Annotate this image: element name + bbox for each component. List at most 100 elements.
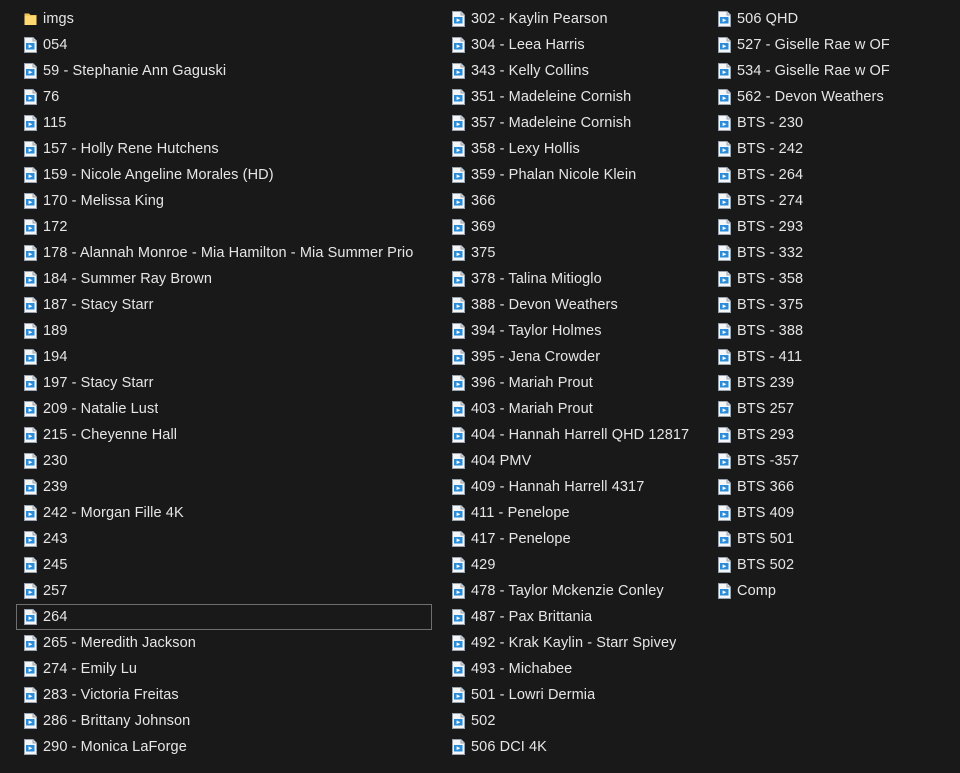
file-item[interactable]: BTS 293 (710, 422, 954, 448)
file-item[interactable]: 478 - Taylor Mckenzie Conley (444, 578, 708, 604)
file-item[interactable]: 411 - Penelope (444, 500, 708, 526)
file-item[interactable]: 375 (444, 240, 708, 266)
file-item[interactable]: 257 (16, 578, 432, 604)
file-item[interactable]: 395 - Jena Crowder (444, 344, 708, 370)
file-item[interactable]: 404 PMV (444, 448, 708, 474)
file-item[interactable]: 501 - Lowri Dermia (444, 682, 708, 708)
item-name: 501 - Lowri Dermia (471, 687, 596, 703)
item-name: 209 - Natalie Lust (43, 401, 159, 417)
file-item[interactable]: 286 - Brittany Johnson (16, 708, 432, 734)
file-item[interactable]: 115 (16, 110, 432, 136)
file-item[interactable]: 527 - Giselle Rae w OF (710, 32, 954, 58)
item-name: 394 - Taylor Holmes (471, 323, 602, 339)
item-name: 343 - Kelly Collins (471, 63, 589, 79)
file-item[interactable]: Comp (710, 578, 954, 604)
file-item[interactable]: BTS - 230 (710, 110, 954, 136)
file-item[interactable]: BTS - 293 (710, 214, 954, 240)
file-item[interactable]: 396 - Mariah Prout (444, 370, 708, 396)
file-item[interactable]: 417 - Penelope (444, 526, 708, 552)
file-item[interactable]: 302 - Kaylin Pearson (444, 6, 708, 32)
file-item[interactable]: 369 (444, 214, 708, 240)
file-item[interactable]: 304 - Leea Harris (444, 32, 708, 58)
file-item[interactable]: 265 - Meredith Jackson (16, 630, 432, 656)
file-column-1: imgs 054 59 - Stephanie Ann Gaguski 76 115 15… (16, 6, 432, 760)
file-item[interactable]: 197 - Stacy Starr (16, 370, 432, 396)
video-file-icon (24, 739, 37, 755)
file-item[interactable]: 534 - Giselle Rae w OF (710, 58, 954, 84)
file-item[interactable]: 506 DCI 4K (444, 734, 708, 760)
file-item[interactable]: 394 - Taylor Holmes (444, 318, 708, 344)
file-item[interactable]: 189 (16, 318, 432, 344)
file-item[interactable]: BTS 366 (710, 474, 954, 500)
file-item[interactable]: BTS 501 (710, 526, 954, 552)
file-item[interactable]: 351 - Madeleine Cornish (444, 84, 708, 110)
item-name: 197 - Stacy Starr (43, 375, 154, 391)
file-item[interactable]: BTS - 264 (710, 162, 954, 188)
file-item[interactable]: BTS -357 (710, 448, 954, 474)
file-item[interactable]: 239 (16, 474, 432, 500)
file-item[interactable]: BTS - 411 (710, 344, 954, 370)
file-item[interactable]: BTS - 274 (710, 188, 954, 214)
file-item[interactable]: 215 - Cheyenne Hall (16, 422, 432, 448)
file-item[interactable]: 59 - Stephanie Ann Gaguski (16, 58, 432, 84)
file-item[interactable]: BTS 239 (710, 370, 954, 396)
file-item[interactable]: 487 - Pax Brittania (444, 604, 708, 630)
file-item[interactable]: 264 (16, 604, 432, 630)
video-file-icon (452, 297, 465, 313)
file-item[interactable]: 506 QHD (710, 6, 954, 32)
file-item[interactable]: 404 - Hannah Harrell QHD 12817 (444, 422, 708, 448)
item-name: 257 (43, 583, 68, 599)
file-item[interactable]: 343 - Kelly Collins (444, 58, 708, 84)
file-item[interactable]: 403 - Mariah Prout (444, 396, 708, 422)
file-item[interactable]: 274 - Emily Lu (16, 656, 432, 682)
file-item[interactable]: BTS 409 (710, 500, 954, 526)
file-item[interactable]: 172 (16, 214, 432, 240)
file-item[interactable]: BTS - 332 (710, 240, 954, 266)
file-item[interactable]: BTS - 358 (710, 266, 954, 292)
file-item[interactable]: 243 (16, 526, 432, 552)
video-file-icon (718, 193, 731, 209)
file-item[interactable]: 187 - Stacy Starr (16, 292, 432, 318)
file-item[interactable]: 290 - Monica LaForge (16, 734, 432, 760)
folder-item[interactable]: imgs (16, 6, 432, 32)
file-item[interactable]: 493 - Michabee (444, 656, 708, 682)
file-item[interactable]: 492 - Krak Kaylin - Starr Spivey (444, 630, 708, 656)
file-item[interactable]: 562 - Devon Weathers (710, 84, 954, 110)
file-item[interactable]: 245 (16, 552, 432, 578)
file-item[interactable]: 359 - Phalan Nicole Klein (444, 162, 708, 188)
file-item[interactable]: 230 (16, 448, 432, 474)
file-item[interactable]: BTS - 242 (710, 136, 954, 162)
item-name: 230 (43, 453, 68, 469)
item-name: 172 (43, 219, 68, 235)
file-item[interactable]: 429 (444, 552, 708, 578)
video-file-icon (24, 193, 37, 209)
file-item[interactable]: 358 - Lexy Hollis (444, 136, 708, 162)
file-item[interactable]: 76 (16, 84, 432, 110)
file-item[interactable]: 209 - Natalie Lust (16, 396, 432, 422)
video-file-icon (452, 63, 465, 79)
file-item[interactable]: 184 - Summer Ray Brown (16, 266, 432, 292)
file-item[interactable]: 242 - Morgan Fille 4K (16, 500, 432, 526)
file-item[interactable]: 388 - Devon Weathers (444, 292, 708, 318)
file-item[interactable]: 357 - Madeleine Cornish (444, 110, 708, 136)
file-item[interactable]: BTS - 375 (710, 292, 954, 318)
file-item[interactable]: 409 - Hannah Harrell 4317 (444, 474, 708, 500)
file-item[interactable]: BTS 257 (710, 396, 954, 422)
file-item[interactable]: 170 - Melissa King (16, 188, 432, 214)
video-file-icon (718, 323, 731, 339)
file-item[interactable]: 366 (444, 188, 708, 214)
file-item[interactable]: 378 - Talina Mitioglo (444, 266, 708, 292)
file-item[interactable]: 283 - Victoria Freitas (16, 682, 432, 708)
file-item[interactable]: BTS - 388 (710, 318, 954, 344)
file-item[interactable]: 157 - Holly Rene Hutchens (16, 136, 432, 162)
file-item[interactable]: 178 - Alannah Monroe - Mia Hamilton - Mi… (16, 240, 432, 266)
video-file-icon (452, 271, 465, 287)
file-item[interactable]: 502 (444, 708, 708, 734)
file-item[interactable]: 159 - Nicole Angeline Morales (HD) (16, 162, 432, 188)
video-file-icon (718, 557, 731, 573)
file-item[interactable]: BTS 502 (710, 552, 954, 578)
video-file-icon (24, 89, 37, 105)
file-item[interactable]: 194 (16, 344, 432, 370)
file-item[interactable]: 054 (16, 32, 432, 58)
video-file-icon (718, 167, 731, 183)
